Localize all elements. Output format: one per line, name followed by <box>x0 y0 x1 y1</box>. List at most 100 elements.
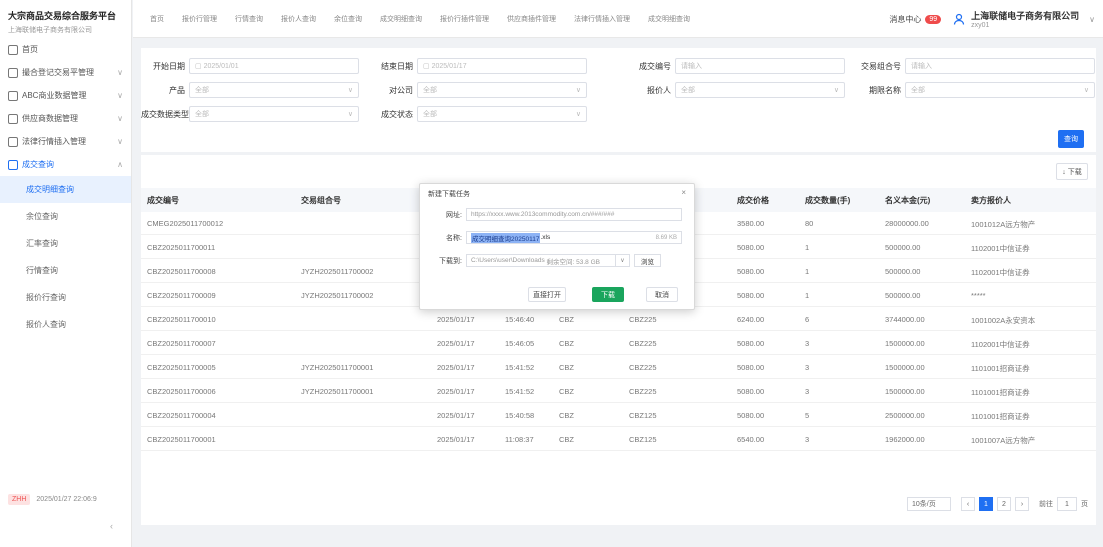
next-page-button[interactable]: › <box>1015 497 1029 511</box>
chevron-icon: ∨ <box>117 114 123 123</box>
browse-button[interactable]: 浏览 <box>634 254 661 267</box>
trade-no-input[interactable]: 请输入 <box>675 58 845 74</box>
sidebar-subitem-4[interactable]: 报价行查询 <box>0 284 131 311</box>
table-cell: CBZ <box>559 315 574 324</box>
sidebar-subitem-1[interactable]: 余位查询 <box>0 203 131 230</box>
app-subtitle: 上海联储电子商务有限公司 <box>8 27 92 34</box>
tab-3[interactable]: 报价人查询 <box>272 14 325 24</box>
table-cell: 5 <box>805 411 810 420</box>
sidebar-item-label: ABC商业数据管理 <box>22 91 87 100</box>
page-1-button[interactable]: 1 <box>979 497 993 511</box>
chevron-icon: ∧ <box>117 160 123 169</box>
table-cell: CBZ2025011700007 <box>147 339 216 348</box>
status-select[interactable]: 全部 ∨ <box>417 106 587 122</box>
column-header: 成交编号 <box>147 195 179 205</box>
sidebar-item-4[interactable]: 法律行情插入管理 ∨ <box>0 130 131 153</box>
user-info[interactable]: 上海联储电子商务有限公司 zxy01 <box>971 9 1079 29</box>
sidebar-subitem-2[interactable]: 汇率查询 <box>0 230 131 257</box>
filename-field[interactable]: 成交明细查询20250117 .xls 8.69 KB <box>466 231 682 244</box>
tab-7[interactable]: 供应商插件管理 <box>498 14 565 24</box>
combo-no-input[interactable]: 请输入 <box>905 58 1095 74</box>
messages-badge: 99 <box>925 14 942 24</box>
table-cell: 1 <box>805 243 810 252</box>
chevron-icon: ∨ <box>117 91 123 100</box>
column-header: 成交数量(手) <box>805 195 851 205</box>
counterparty-select[interactable]: 全部 ∨ <box>417 82 587 98</box>
sidebar-item-0[interactable]: 首页 <box>0 38 131 61</box>
sidebar-item-1[interactable]: 撮合登记交易平管理 ∨ <box>0 61 131 84</box>
table-cell: CBZ225 <box>629 315 657 324</box>
collapse-sidebar-icon[interactable]: ‹ <box>110 521 113 531</box>
end-date-input[interactable]: ▢ 2025/01/17 <box>417 58 587 74</box>
start-date-label: 开始日期 <box>153 61 185 71</box>
tab-5[interactable]: 成交明细查询 <box>371 14 431 24</box>
menu-icon <box>8 136 18 147</box>
topbar-right: 消息中心 99 上海联储电子商务有限公司 zxy01 ∨ <box>889 0 1095 38</box>
tab-6[interactable]: 报价行插件管理 <box>431 14 498 24</box>
goto-suffix: 页 <box>1081 501 1088 508</box>
table-cell: CBZ2025011700008 <box>147 267 216 276</box>
chevron-down-icon: ∨ <box>833 87 839 94</box>
environment-tag: ZHH <box>8 494 31 505</box>
tab-9[interactable]: 成交明细查询 <box>639 14 699 24</box>
start-date-input[interactable]: ▢ 2025/01/01 <box>189 58 359 74</box>
sidebar-item-3[interactable]: 供应商数据管理 ∨ <box>0 107 131 130</box>
tab-8[interactable]: 法律行情插入管理 <box>565 14 639 24</box>
tab-2[interactable]: 行情查询 <box>226 14 272 24</box>
sidebar-subitem-5[interactable]: 报价人查询 <box>0 311 131 338</box>
messages-link[interactable]: 消息中心 <box>889 14 921 25</box>
table-row[interactable]: CBZ2025011700010 2025/01/17 15:46:40 CBZ CBZ… <box>141 308 1096 331</box>
sidebar-subitem-3[interactable]: 行情查询 <box>0 257 131 284</box>
table-cell: 1001002A永安资本 <box>971 316 1036 325</box>
menu-icon <box>8 113 18 124</box>
prev-page-button[interactable]: ‹ <box>961 497 975 511</box>
tab-0[interactable]: 首页 <box>141 14 173 24</box>
table-row[interactable]: CBZ2025011700007 2025/01/17 15:46:05 CBZ CBZ… <box>141 332 1096 355</box>
tab-1[interactable]: 报价行管理 <box>173 14 226 24</box>
combo-no-label: 交易组合号 <box>861 61 901 71</box>
table-cell: 1500000.00 <box>885 363 925 372</box>
sidebar-item-label: 成交查询 <box>22 160 54 169</box>
goto-page-input[interactable]: 1 <box>1057 497 1077 511</box>
sidebar-item-5[interactable]: 成交查询 ∧ <box>0 153 131 176</box>
table-cell: CBZ2025011700004 <box>147 411 216 420</box>
table-cell: JYZH2025011700002 <box>301 291 374 300</box>
table-row[interactable]: CBZ2025011700005 JYZH2025011700001 2025/01… <box>141 356 1096 379</box>
tab-4[interactable]: 余位查询 <box>325 14 371 24</box>
cancel-button[interactable]: 取消 <box>646 287 678 302</box>
page-size-select[interactable]: 10条/页 <box>907 497 951 511</box>
table-cell: 15:40:58 <box>505 411 535 420</box>
close-icon[interactable]: × <box>681 188 686 197</box>
trader-select[interactable]: 全部 ∨ <box>675 82 845 98</box>
app-title: 大宗商品交易综合服务平台 <box>8 11 117 21</box>
table-row[interactable]: CBZ2025011700001 2025/01/17 11:08:37 CBZ CBZ… <box>141 428 1096 451</box>
table-cell: 15:46:05 <box>505 339 535 348</box>
table-cell: CBZ2025011700006 <box>147 387 216 396</box>
table-cell: 1 <box>805 267 810 276</box>
trade-type-label: 成交数据类型 <box>141 109 189 119</box>
file-size: 8.69 KB <box>655 234 677 241</box>
chevron-down-icon[interactable]: ∨ <box>616 254 630 267</box>
download-button[interactable]: ↓ 下载 <box>1056 163 1088 180</box>
confirm-download-button[interactable]: 下载 <box>592 287 624 302</box>
table-cell: 3 <box>805 387 810 396</box>
table-cell: 1102001中信证券 <box>971 244 1030 253</box>
trade-type-select[interactable]: 全部 ∨ <box>189 106 359 122</box>
column-header: 成交价格 <box>737 195 769 205</box>
table-row[interactable]: CBZ2025011700004 2025/01/17 15:40:58 CBZ CBZ… <box>141 404 1096 427</box>
table-row[interactable]: CBZ2025011700006 JYZH2025011700001 2025/01… <box>141 380 1096 403</box>
sidebar-subitem-0[interactable]: 成交明细查询 <box>0 176 131 203</box>
status-label: 成交状态 <box>381 109 413 119</box>
table-cell: CBZ <box>559 435 574 444</box>
menu-icon <box>8 159 18 170</box>
sidebar-item-2[interactable]: ABC商业数据管理 ∨ <box>0 84 131 107</box>
url-field[interactable]: https://xxxx.www.2013commodity.com.cn/##… <box>466 208 682 221</box>
chevron-down-icon[interactable]: ∨ <box>1089 15 1095 24</box>
query-button[interactable]: 查询 <box>1058 130 1084 148</box>
directory-field[interactable]: C:\Users\user\Downloads 剩余空间: 53.8 GB <box>466 254 616 267</box>
product-select[interactable]: 全部 ∨ <box>189 82 359 98</box>
open-directly-button[interactable]: 直接打开 <box>528 287 566 302</box>
table-cell: 1101001招商证券 <box>971 364 1030 373</box>
direction-select[interactable]: 全部 ∨ <box>905 82 1095 98</box>
page-2-button[interactable]: 2 <box>997 497 1011 511</box>
